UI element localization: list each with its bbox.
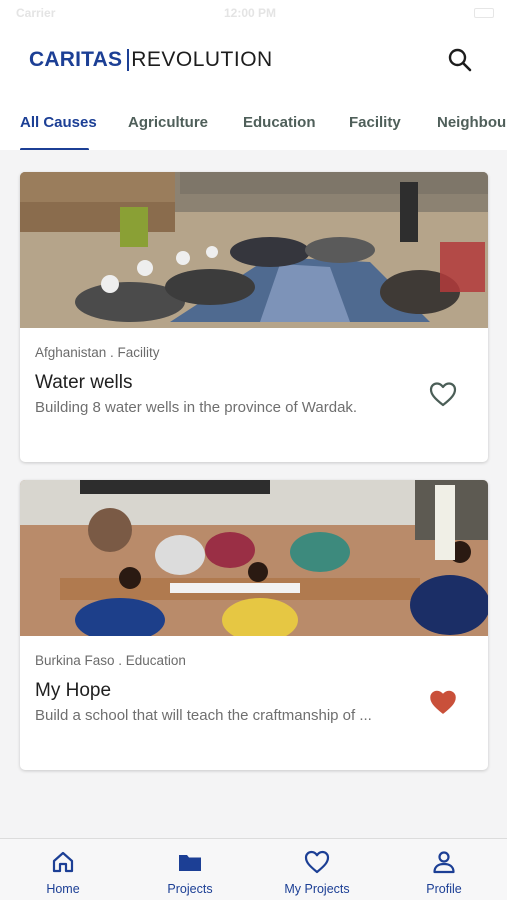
app-header: CARITAS REVOLUTION All Causes Agricultur… <box>0 26 507 150</box>
search-button[interactable] <box>446 46 474 74</box>
cause-photo <box>20 480 488 636</box>
tabbar-label: Home <box>46 882 80 896</box>
tabbar-item-my-projects[interactable]: My Projects <box>254 839 380 900</box>
cause-description: Building 8 water wells in the province o… <box>35 399 358 416</box>
cause-title: Water wells <box>35 372 133 393</box>
tabbar-item-home[interactable]: Home <box>0 839 126 900</box>
search-icon <box>448 48 472 72</box>
heart-filled-icon <box>430 690 456 714</box>
favorite-button[interactable] <box>428 380 458 408</box>
app-logo: CARITAS REVOLUTION <box>29 48 273 72</box>
active-tab-indicator <box>20 148 89 150</box>
tab-neighbourhood[interactable]: Neighbourhood <box>437 114 507 131</box>
cause-photo <box>20 172 488 328</box>
heart-outline-icon <box>429 382 457 407</box>
person-icon <box>433 851 455 874</box>
cause-card[interactable]: Afghanistan . Facility Water wells Build… <box>20 172 488 462</box>
cause-location-category: Afghanistan . Facility <box>35 345 160 360</box>
tab-agriculture[interactable]: Agriculture <box>128 114 208 131</box>
tabbar-label: Projects <box>167 882 213 896</box>
home-icon <box>52 851 74 873</box>
clock-label: 12:00 PM <box>224 6 277 20</box>
battery-icon <box>474 8 494 18</box>
carrier-label: Carrier <box>16 6 56 20</box>
cause-description: Build a school that will teach the craft… <box>35 707 372 724</box>
bottom-tab-bar: Home Projects My Projects Profile <box>0 838 507 900</box>
tab-facility[interactable]: Facility <box>349 114 401 131</box>
tabbar-label: Profile <box>426 882 462 896</box>
tab-all-causes[interactable]: All Causes <box>20 114 97 131</box>
logo-primary: CARITAS <box>29 48 123 71</box>
tabbar-label: My Projects <box>284 882 350 896</box>
status-bar: Carrier 12:00 PM <box>0 0 507 26</box>
cause-title: My Hope <box>35 680 112 701</box>
favorite-button[interactable] <box>428 688 458 716</box>
category-tabs: All Causes Agriculture Education Facilit… <box>0 112 507 150</box>
cause-card[interactable]: Burkina Faso . Education My Hope Build a… <box>20 480 488 770</box>
tab-education[interactable]: Education <box>243 114 316 131</box>
logo-divider <box>127 49 130 71</box>
heart-icon <box>304 850 330 874</box>
tabbar-item-projects[interactable]: Projects <box>127 839 253 900</box>
logo-secondary: REVOLUTION <box>131 48 273 71</box>
folder-icon <box>179 855 201 871</box>
cause-location-category: Burkina Faso . Education <box>35 653 186 668</box>
tabbar-item-profile[interactable]: Profile <box>381 839 507 900</box>
